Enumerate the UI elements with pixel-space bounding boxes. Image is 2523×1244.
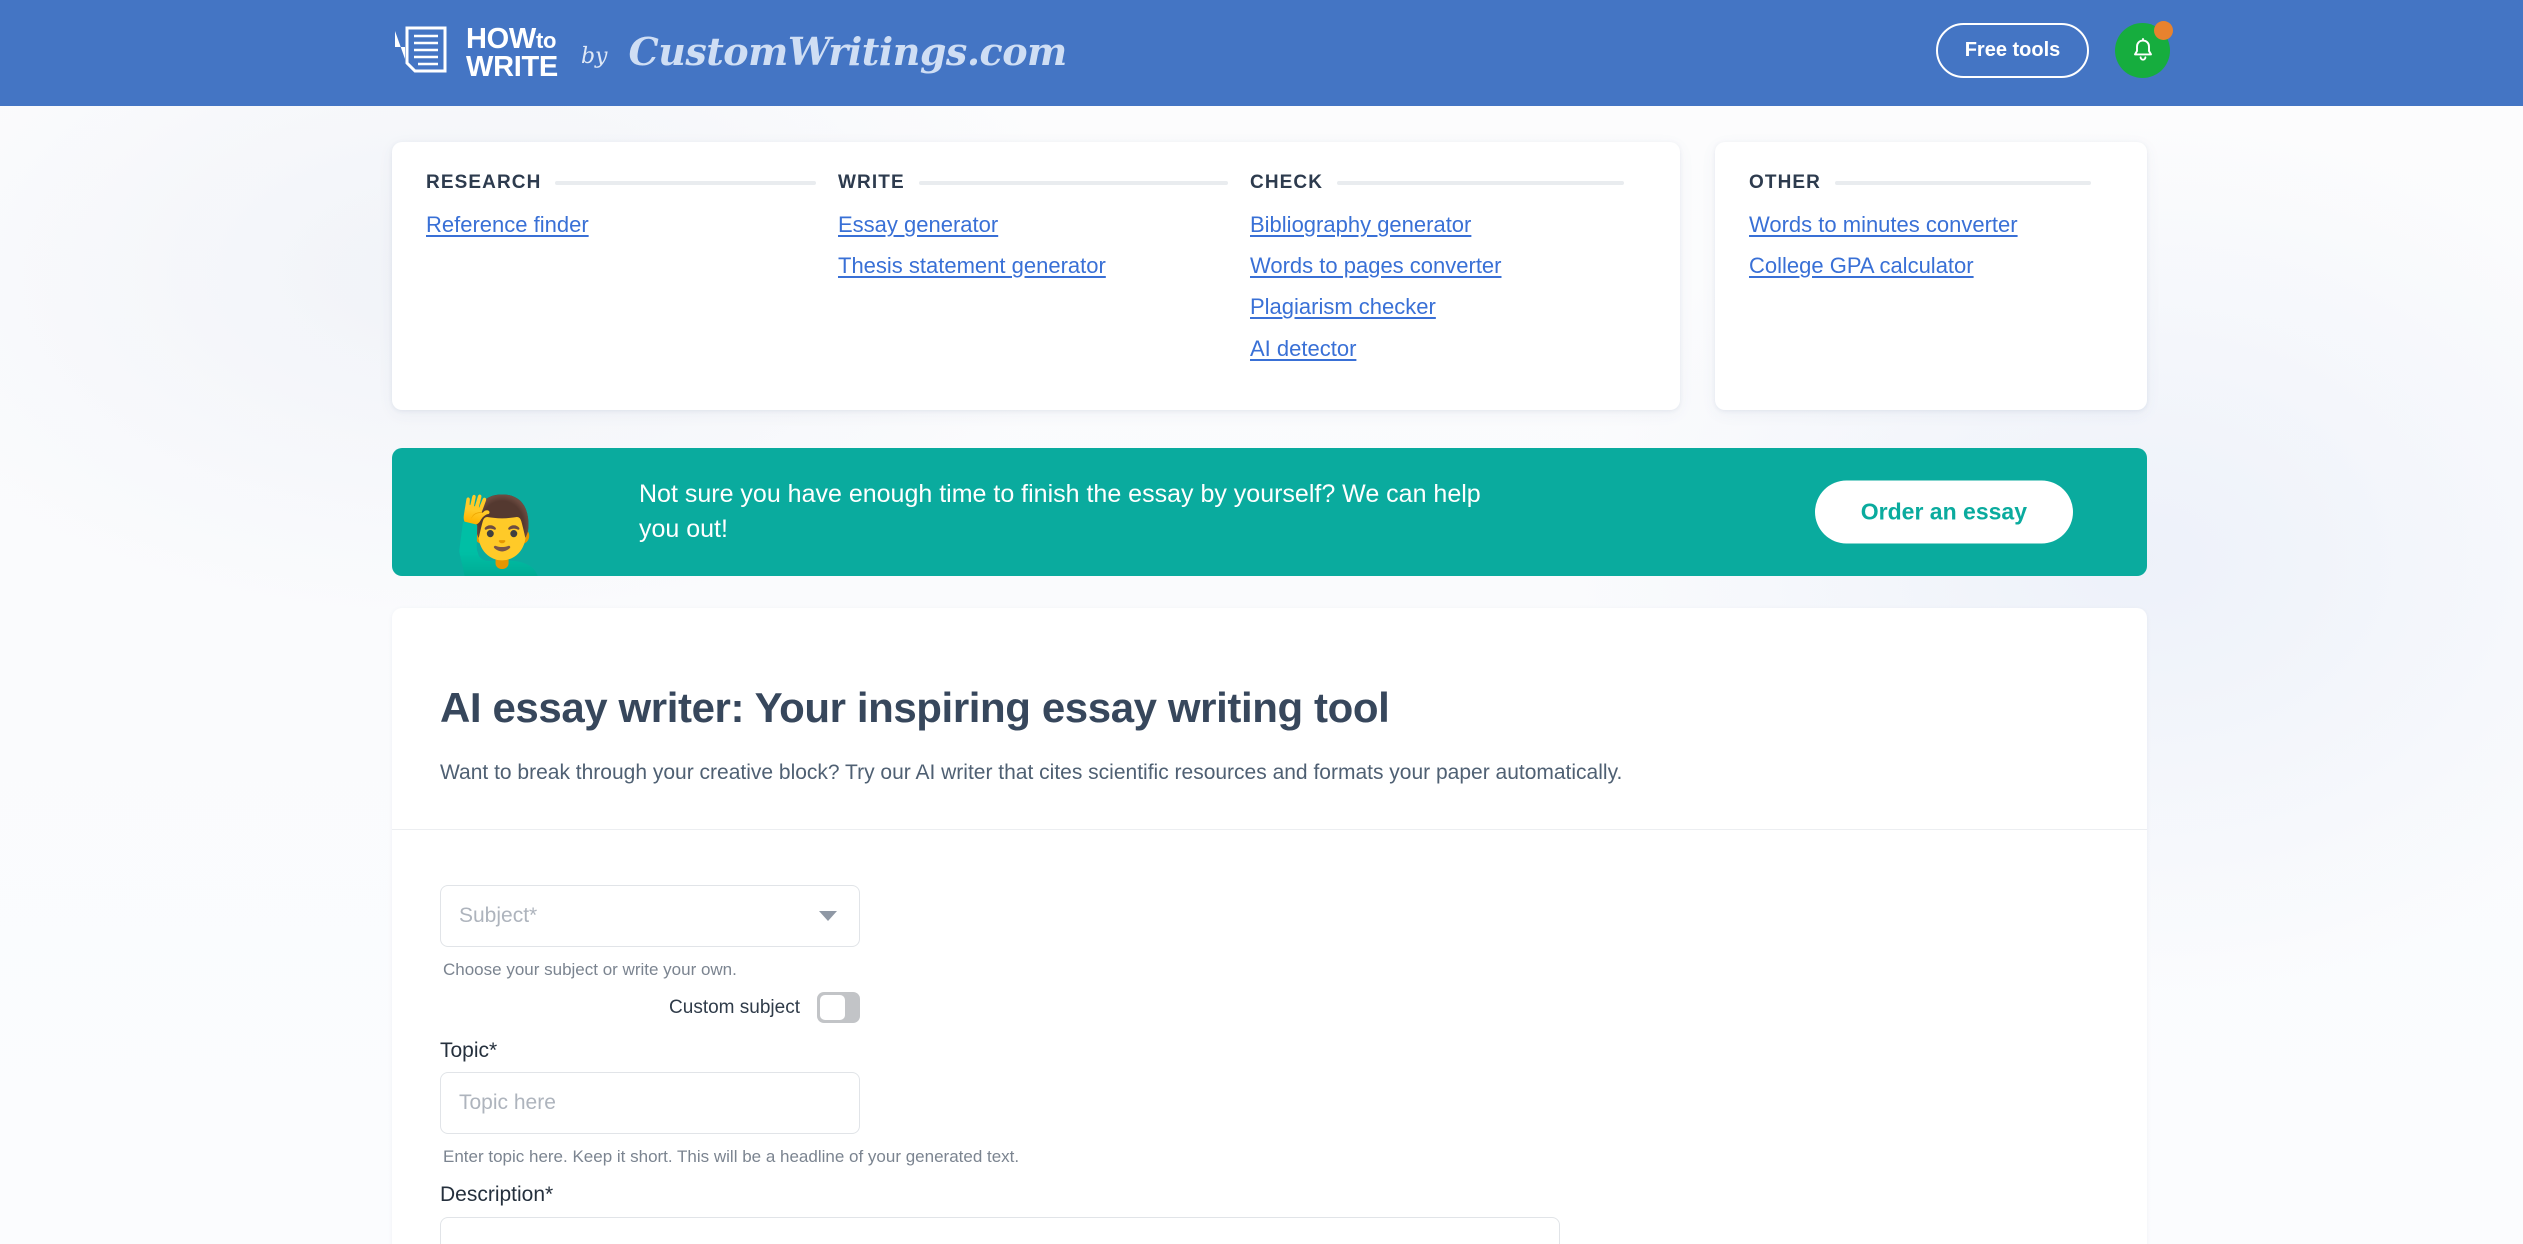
logo-line2: WRITE (466, 51, 558, 83)
tools-column-title: CHECK (1250, 172, 1324, 193)
tools-card-other: OTHER Words to minutes converter College… (1715, 142, 2147, 410)
tool-link-essay-generator[interactable]: Essay generator (838, 212, 998, 237)
tool-link-words-to-pages-converter[interactable]: Words to pages converter (1250, 253, 1502, 278)
tool-link-reference-finder[interactable]: Reference finder (426, 212, 589, 237)
tools-column-header: WRITE (838, 172, 1250, 194)
tools-column-research: RESEARCH Reference finder (426, 172, 838, 410)
tool-link-thesis-statement-generator[interactable]: Thesis statement generator (838, 253, 1106, 278)
toggle-knob (820, 995, 845, 1021)
topic-hint: Enter topic here. Keep it short. This wi… (443, 1147, 1020, 1167)
description-label: Description* (440, 1183, 554, 1207)
tool-link-ai-detector[interactable]: AI detector (1250, 336, 1356, 361)
free-tools-button[interactable]: Free tools (1936, 23, 2089, 78)
tools-card-primary: RESEARCH Reference finder WRITE Essay ge… (392, 142, 1680, 410)
order-an-essay-button[interactable]: Order an essay (1814, 480, 2073, 544)
tools-menu: RESEARCH Reference finder WRITE Essay ge… (392, 142, 2147, 410)
document-lines-icon (393, 25, 449, 82)
topic-input[interactable] (440, 1072, 860, 1135)
tools-column-header: OTHER (1749, 172, 2113, 194)
logo-by-text: by (580, 43, 608, 69)
tools-column-check: CHECK Bibliography generator Words to pa… (1250, 172, 1646, 410)
promo-banner: 🙋‍♂️ Not sure you have enough time to fi… (392, 448, 2147, 576)
tools-column-title: RESEARCH (426, 172, 542, 193)
chevron-down-icon (819, 911, 837, 922)
subject-select-placeholder: Subject* (459, 904, 538, 928)
subject-hint: Choose your subject or write your own. (443, 960, 737, 980)
tools-column-title: OTHER (1749, 172, 1821, 193)
custom-subject-row: Custom subject (440, 992, 860, 1024)
tool-link-college-gpa-calculator[interactable]: College GPA calculator (1749, 253, 1974, 278)
person-raising-hand-emoji: 🙋‍♂️ (453, 493, 551, 576)
custom-subject-toggle[interactable] (817, 992, 860, 1024)
topic-label: Topic* (440, 1039, 498, 1063)
page-title: AI essay writer: Your inspiring essay wr… (440, 684, 1390, 731)
promo-banner-text: Not sure you have enough time to finish … (639, 479, 1481, 544)
tool-link-plagiarism-checker[interactable]: Plagiarism checker (1250, 295, 1436, 319)
notifications-button[interactable] (2115, 21, 2173, 78)
tools-column-header: RESEARCH (426, 172, 838, 194)
page-header: AI essay writer: Your inspiring essay wr… (392, 608, 2147, 831)
tools-column-header: CHECK (1250, 172, 1646, 194)
main-content-card: AI essay writer: Your inspiring essay wr… (392, 608, 2147, 1244)
custom-subject-label: Custom subject (669, 996, 800, 1018)
logo-line1-lower: to (535, 27, 557, 53)
divider-line (1337, 181, 1624, 185)
logo-line1: HOW (466, 22, 536, 55)
tools-column-write: WRITE Essay generator Thesis statement g… (838, 172, 1250, 410)
tool-link-bibliography-generator[interactable]: Bibliography generator (1250, 212, 1471, 237)
logo-howto-write: HOWto WRITE (466, 22, 558, 83)
site-logo[interactable]: HOWto WRITE by CustomWritings.com (393, 19, 1067, 87)
tools-column-title: WRITE (838, 172, 905, 193)
essay-generator-form: Subject* Choose your subject or write yo… (392, 830, 2147, 1244)
subject-select[interactable]: Subject* (440, 885, 860, 948)
page-subtitle: Want to break through your creative bloc… (440, 761, 1623, 784)
divider-line (918, 181, 1228, 185)
logo-brand-text: CustomWritings.com (628, 29, 1067, 74)
tool-link-words-to-minutes-converter[interactable]: Words to minutes converter (1749, 212, 2018, 237)
header-actions: Free tools (1936, 21, 2173, 78)
divider-line (555, 181, 816, 185)
divider-line (1835, 181, 2091, 185)
notification-badge (2154, 21, 2173, 40)
site-header: HOWto WRITE by CustomWritings.com Free t… (0, 0, 2523, 106)
description-textarea[interactable] (440, 1217, 1560, 1244)
